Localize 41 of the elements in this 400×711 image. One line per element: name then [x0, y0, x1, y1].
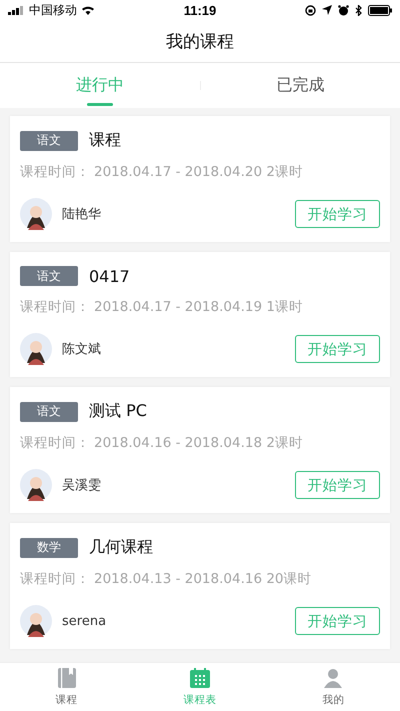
bluetooth-icon	[355, 4, 362, 16]
teacher-name: serena	[62, 614, 108, 628]
time-label: 课程时间：	[20, 570, 90, 588]
course-time: 2018.04.17 - 2018.04.19 1课时	[94, 298, 303, 316]
teacher-name: 吴溪雯	[62, 477, 102, 494]
teacher-name: 陆艳华	[62, 206, 102, 223]
course-time: 2018.04.13 - 2018.04.16 20课时	[94, 570, 312, 588]
subject-tag: 语文	[20, 266, 78, 286]
course-time: 2018.04.16 - 2018.04.18 2课时	[94, 434, 303, 452]
location-icon	[322, 5, 332, 15]
battery-icon	[368, 4, 392, 16]
avatar-icon	[20, 198, 52, 230]
signal-icon	[8, 6, 25, 14]
alarm-icon	[338, 4, 350, 16]
start-learning-button[interactable]: 开始学习	[295, 335, 380, 363]
carrier-name: 中国移动	[29, 2, 77, 18]
rotation-lock-icon	[305, 4, 316, 16]
course-title: 测试 PC	[89, 401, 147, 422]
start-learning-button[interactable]: 开始学习	[295, 200, 380, 228]
course-time: 2018.04.17 - 2018.04.20 2课时	[94, 163, 303, 181]
start-learning-button[interactable]: 开始学习	[295, 471, 380, 499]
wifi-icon	[81, 5, 95, 15]
course-title: 课程	[89, 130, 121, 151]
subject-tag: 语文	[20, 130, 78, 150]
course-title: 0417	[89, 266, 130, 286]
time-label: 课程时间：	[20, 434, 90, 452]
person-icon	[323, 668, 344, 688]
avatar-icon	[20, 333, 52, 365]
calendar-icon	[190, 668, 210, 688]
avatar-icon	[20, 469, 52, 501]
subject-tag: 语文	[20, 402, 78, 422]
page-title: 我的课程	[166, 30, 234, 52]
book-icon	[58, 668, 76, 688]
clock-time: 11:19	[184, 2, 216, 18]
time-label: 课程时间：	[20, 163, 90, 181]
teacher-name: 陈文斌	[62, 341, 102, 358]
avatar-icon	[20, 605, 52, 637]
subject-tag: 数学	[20, 538, 78, 558]
time-label: 课程时间：	[20, 298, 90, 316]
course-title: 几何课程	[89, 537, 153, 558]
start-learning-button[interactable]: 开始学习	[295, 607, 380, 635]
